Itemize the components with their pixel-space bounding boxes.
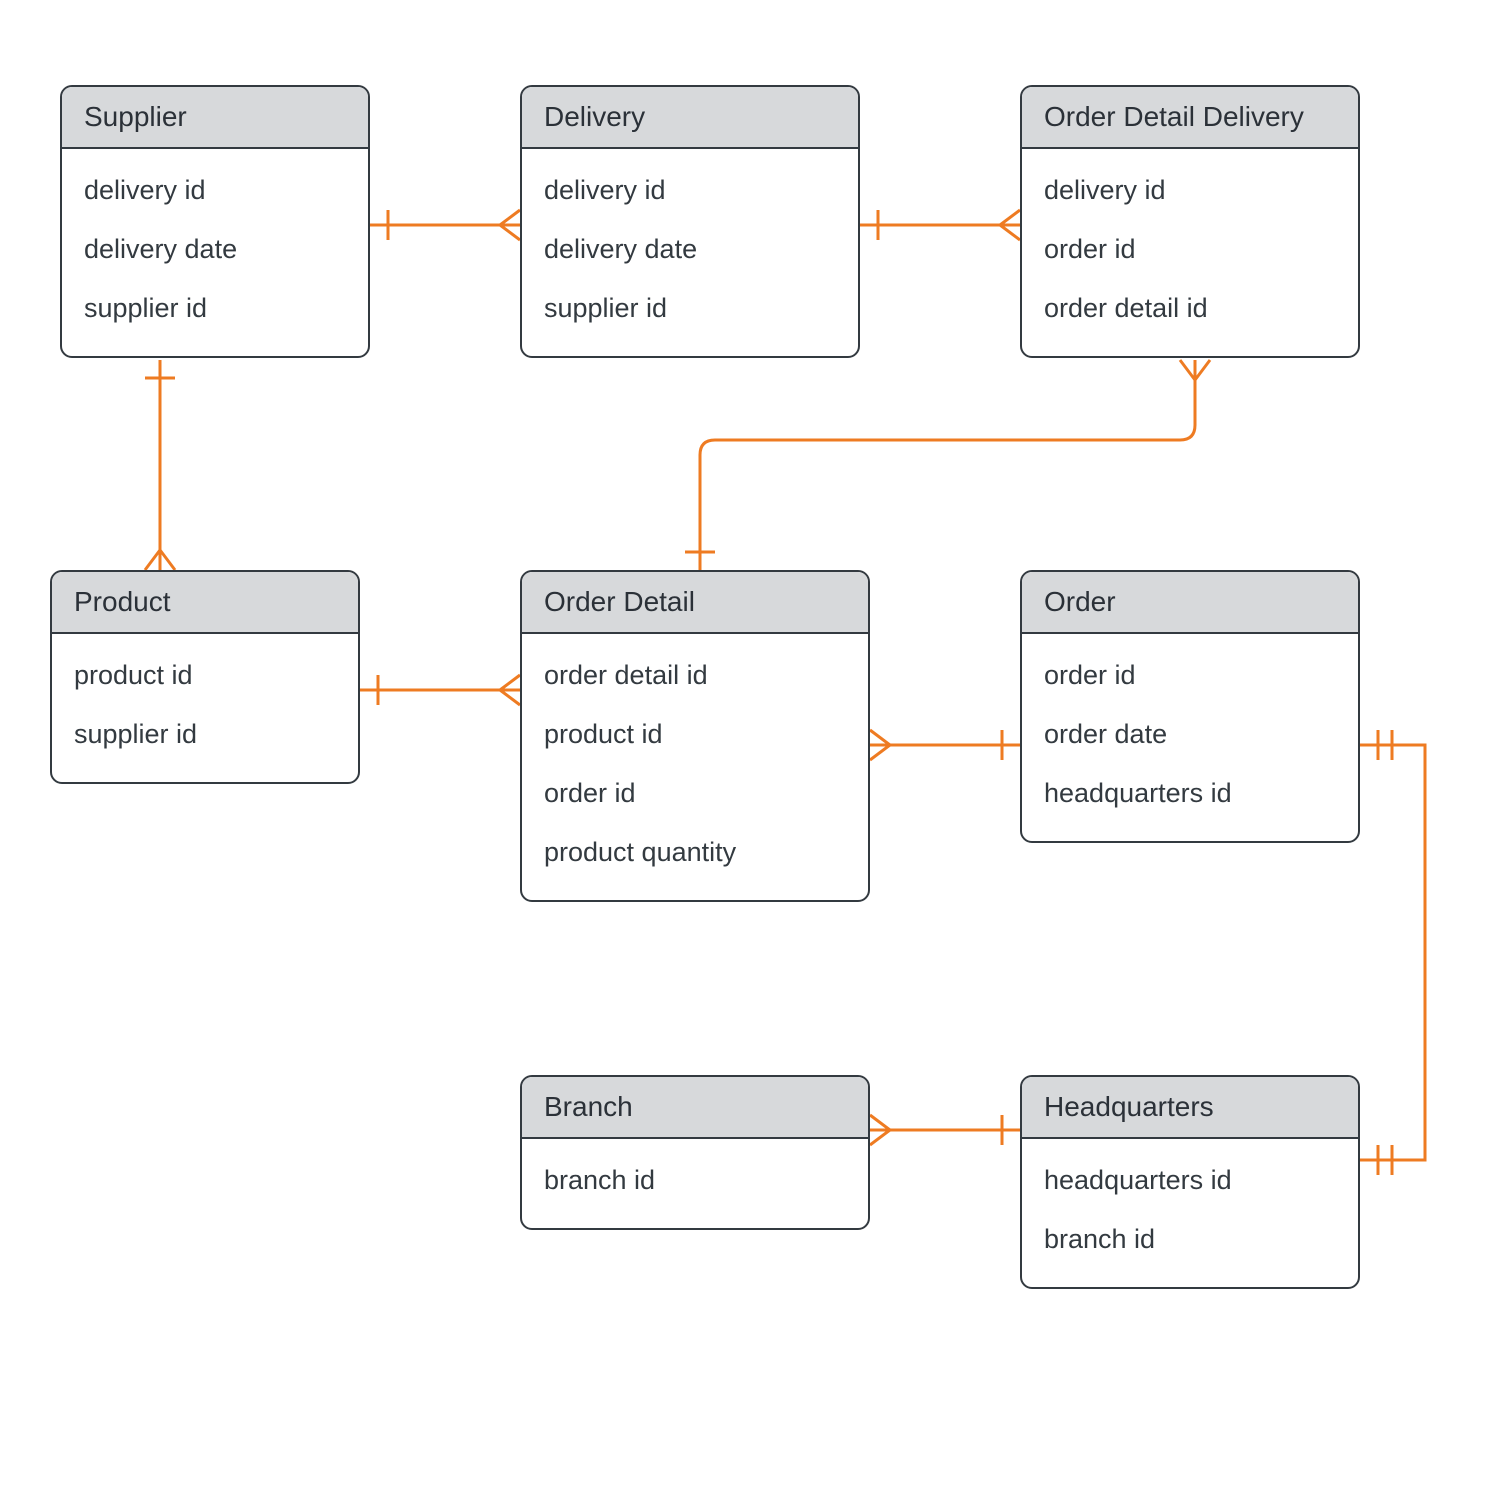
entity-body: delivery id delivery date supplier id [62,149,368,356]
er-diagram: Supplier delivery id delivery date suppl… [0,0,1500,1500]
entity-supplier[interactable]: Supplier delivery id delivery date suppl… [60,85,370,358]
entity-body: order id order date headquarters id [1022,634,1358,841]
entity-body: headquarters id branch id [1022,1139,1358,1287]
entity-title: Order Detail [522,572,868,634]
rel-orderdetail-order [870,730,1020,760]
entity-order-detail[interactable]: Order Detail order detail id product id … [520,570,870,902]
attr: product quantity [544,823,846,882]
attr: headquarters id [1044,1151,1336,1210]
entity-title: Branch [522,1077,868,1139]
entity-body: product id supplier id [52,634,358,782]
rel-delivery-odd [860,210,1020,240]
entity-order-detail-delivery[interactable]: Order Detail Delivery delivery id order … [1020,85,1360,358]
attr: order date [1044,705,1336,764]
entity-body: order detail id product id order id prod… [522,634,868,900]
entity-body: delivery id order id order detail id [1022,149,1358,356]
attr: delivery date [544,220,836,279]
rel-order-headquarters [1360,730,1425,1175]
entity-title: Supplier [62,87,368,149]
rel-orderdetail-odd [685,360,1210,570]
attr: order id [544,764,846,823]
attr: order detail id [544,646,846,705]
attr: headquarters id [1044,764,1336,823]
attr: supplier id [84,279,346,338]
entity-body: branch id [522,1139,868,1228]
attr: branch id [544,1151,846,1210]
attr: delivery id [1044,161,1336,220]
entity-order[interactable]: Order order id order date headquarters i… [1020,570,1360,843]
attr: branch id [1044,1210,1336,1269]
rel-supplier-delivery [370,210,520,240]
attr: product id [74,646,336,705]
rel-product-orderdetail [360,675,520,705]
attr: order id [1044,646,1336,705]
entity-title: Delivery [522,87,858,149]
attr: delivery id [84,161,346,220]
attr: supplier id [74,705,336,764]
entity-body: delivery id delivery date supplier id [522,149,858,356]
entity-headquarters[interactable]: Headquarters headquarters id branch id [1020,1075,1360,1289]
attr: supplier id [544,279,836,338]
attr: delivery id [544,161,836,220]
attr: order id [1044,220,1336,279]
entity-product[interactable]: Product product id supplier id [50,570,360,784]
entity-delivery[interactable]: Delivery delivery id delivery date suppl… [520,85,860,358]
entity-title: Order [1022,572,1358,634]
entity-branch[interactable]: Branch branch id [520,1075,870,1230]
attr: product id [544,705,846,764]
attr: order detail id [1044,279,1336,338]
entity-title: Headquarters [1022,1077,1358,1139]
entity-title: Order Detail Delivery [1022,87,1358,149]
attr: delivery date [84,220,346,279]
entity-title: Product [52,572,358,634]
rel-supplier-product [145,360,175,570]
rel-branch-headquarters [870,1115,1020,1145]
